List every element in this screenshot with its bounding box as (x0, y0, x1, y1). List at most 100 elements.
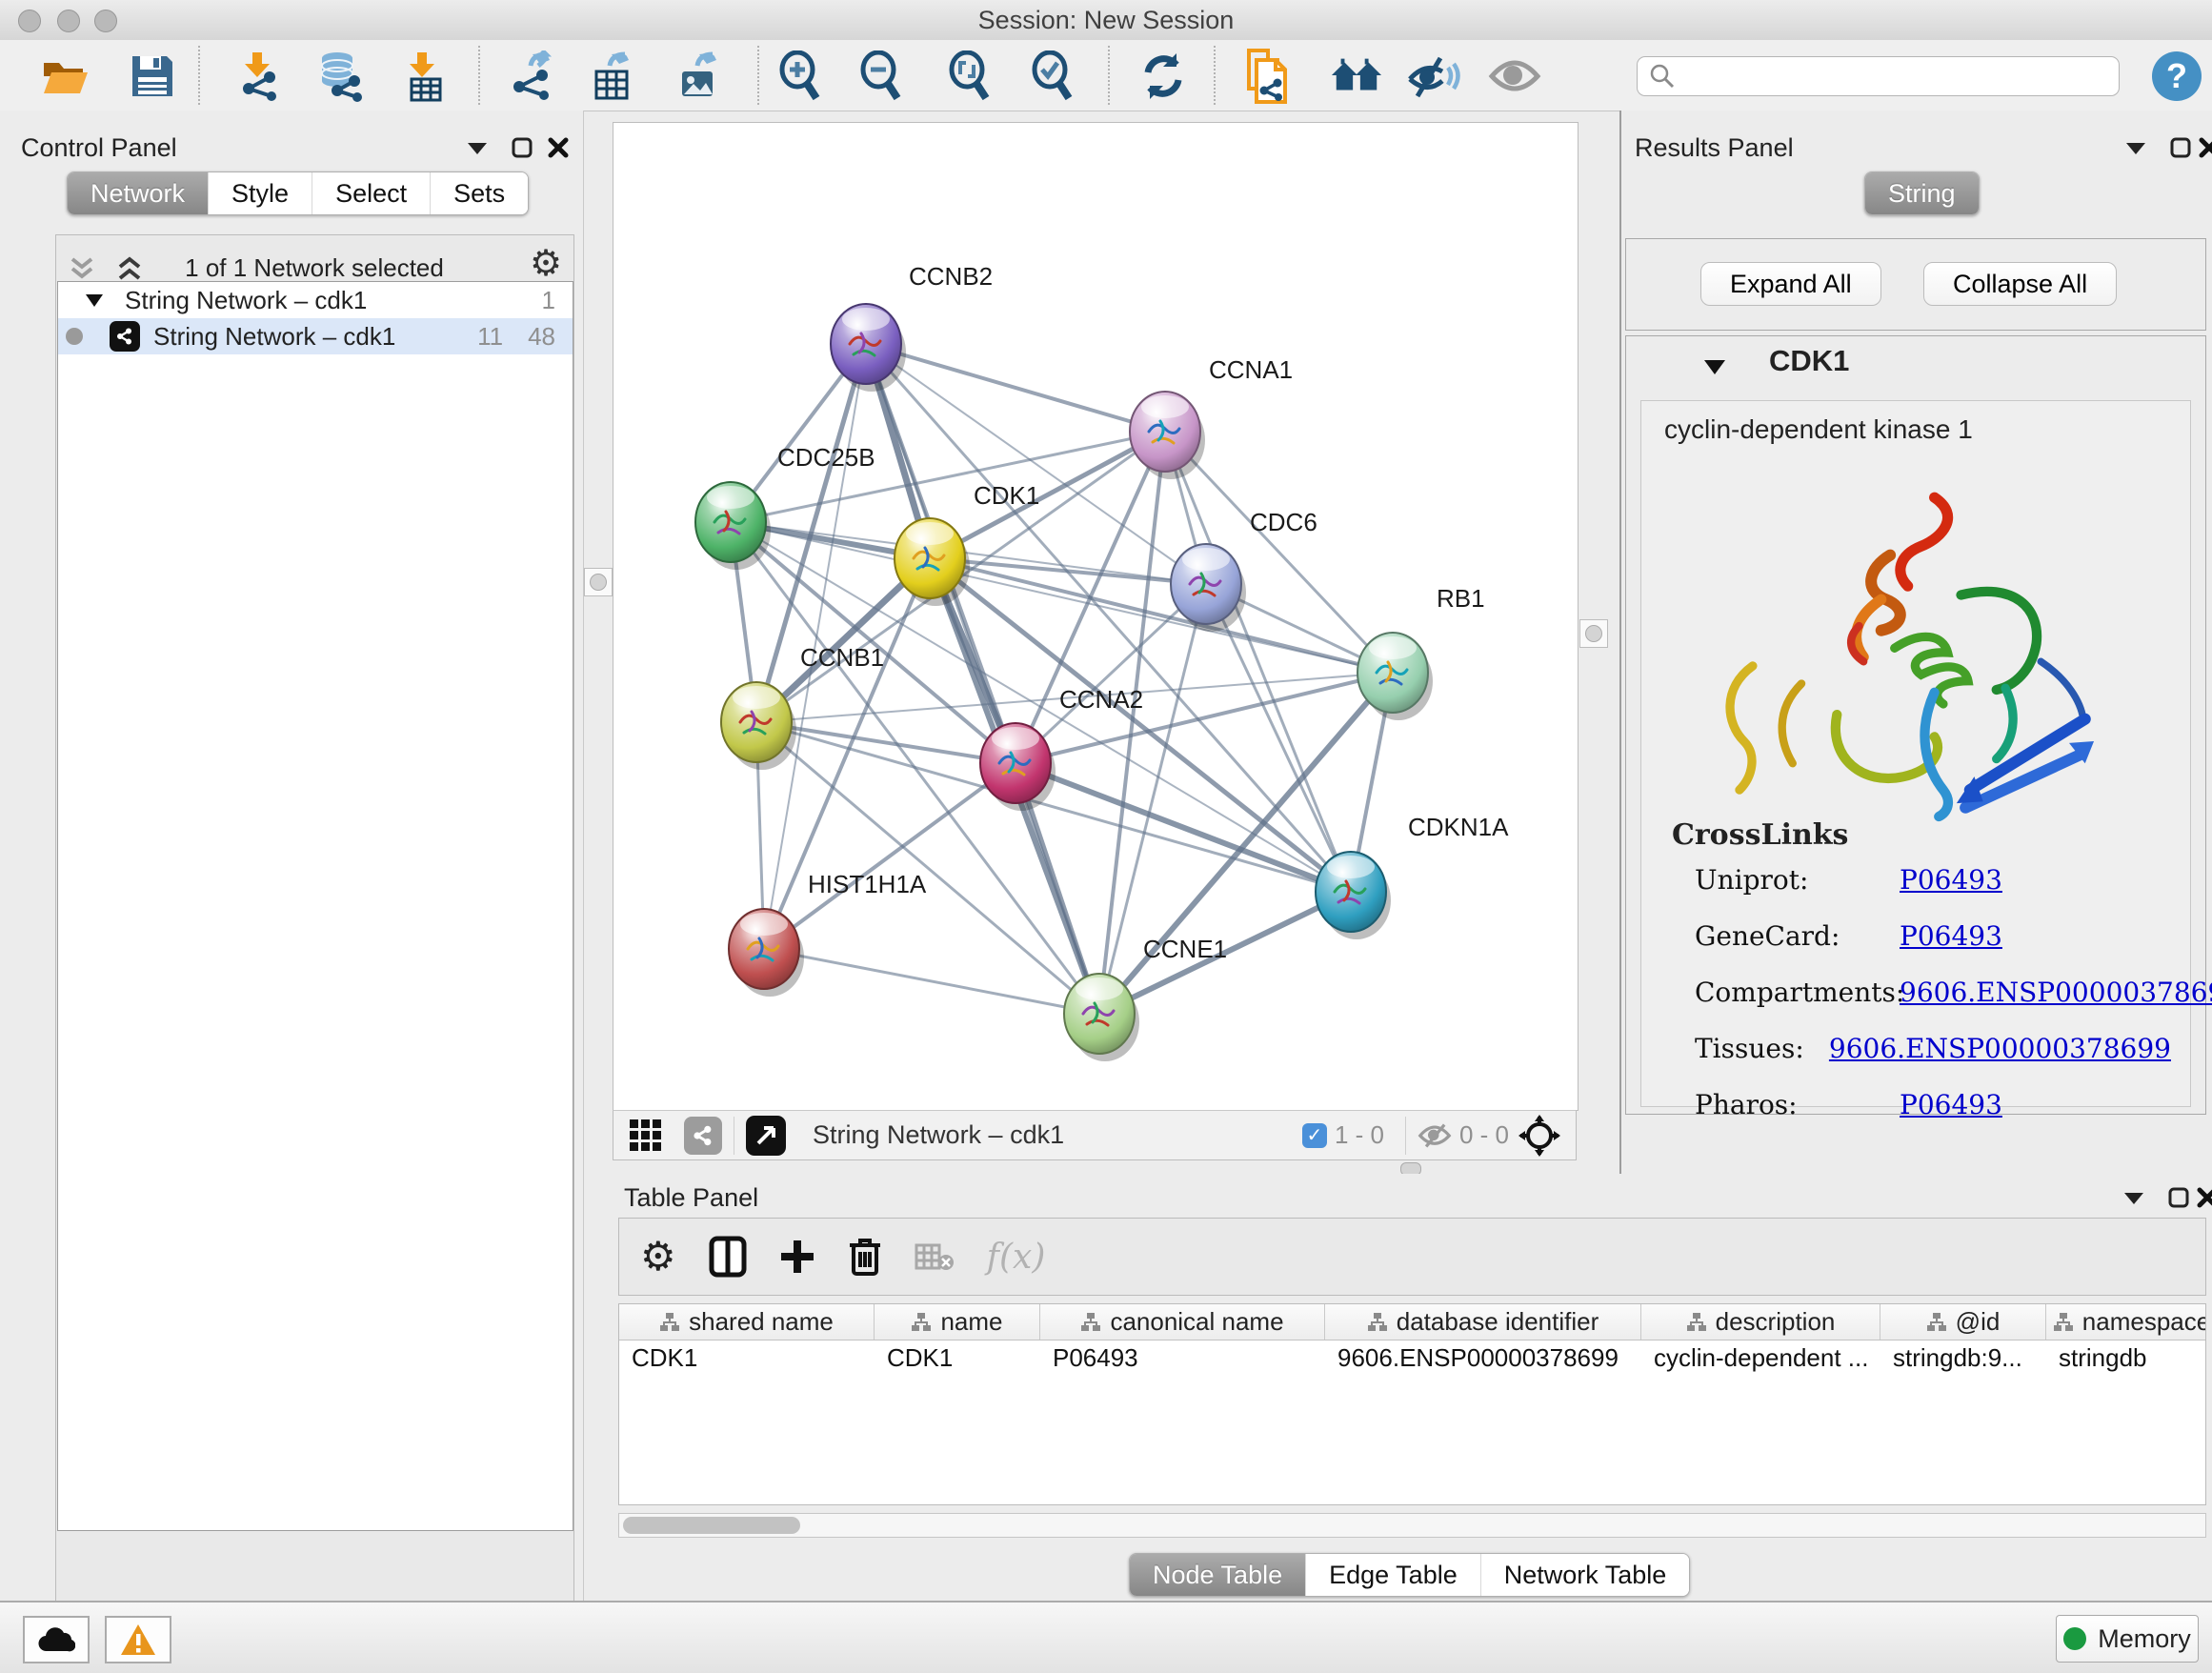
control-panel-collapse-icon[interactable] (466, 139, 489, 156)
reposition-crosshair-icon[interactable] (1518, 1115, 1560, 1157)
memory-button[interactable]: Memory (2056, 1615, 2199, 1663)
edge-CCNB2-CCNA1[interactable] (866, 344, 1165, 432)
table-panel-close-icon[interactable] (2197, 1187, 2212, 1208)
tab-node-table[interactable]: Node Table (1130, 1554, 1305, 1596)
export-network-button[interactable] (505, 50, 558, 103)
tab-network[interactable]: Network (68, 172, 208, 214)
delete-column-trash-icon[interactable] (848, 1236, 882, 1278)
save-floppy-icon (129, 52, 176, 100)
node-CDK1[interactable] (895, 518, 970, 606)
hide-selected-button[interactable] (1408, 50, 1461, 103)
network-row[interactable]: String Network – cdk1 11 48 (58, 318, 573, 354)
node-CDC6[interactable] (1171, 544, 1246, 632)
control-panel-close-icon[interactable] (548, 137, 569, 158)
delete-table-icon[interactable] (915, 1241, 955, 1272)
node-CDC25B[interactable] (695, 482, 771, 570)
save-session-button[interactable] (126, 50, 179, 103)
node-CDKN1A[interactable] (1316, 852, 1391, 939)
edge-CDC6-CCNA2[interactable] (1016, 584, 1206, 763)
new-network-from-selection-button[interactable] (1240, 50, 1294, 103)
tab-select[interactable]: Select (312, 172, 430, 214)
table-settings-gear-icon[interactable]: ⚙ (640, 1237, 676, 1277)
birds-eye-view-icon[interactable] (746, 1116, 786, 1156)
zoom-selected-button[interactable] (1026, 50, 1079, 103)
node-RB1[interactable] (1357, 633, 1433, 720)
zoom-in-button[interactable] (774, 50, 827, 103)
column-header-id[interactable]: @id (1880, 1304, 2046, 1340)
help-button[interactable]: ? (2152, 51, 2202, 101)
network-options-gear-icon[interactable]: ⚙ (530, 246, 562, 282)
table-panel-collapse-icon[interactable] (2122, 1189, 2145, 1206)
function-builder-icon[interactable]: f(x) (987, 1238, 1046, 1277)
open-session-button[interactable] (38, 50, 91, 103)
network-collection-row[interactable]: String Network – cdk1 1 (58, 282, 573, 318)
table-scrollbar-thumb[interactable] (623, 1517, 800, 1534)
houses-button[interactable] (1330, 50, 1383, 103)
column-header-description[interactable]: description (1641, 1304, 1880, 1340)
column-header-sharedname[interactable]: shared name (619, 1304, 875, 1340)
expand-all-networks-icon[interactable] (116, 255, 143, 284)
tab-style[interactable]: Style (208, 172, 312, 214)
right-splitter-handle[interactable] (1579, 619, 1608, 648)
node-CCNE1[interactable] (1064, 974, 1139, 1061)
crosslink-row: Compartments:9606.ENSP00000378699 (1695, 977, 2171, 1008)
selected-count-checkbox[interactable]: ✓ (1302, 1123, 1327, 1148)
edge-CDK1-CCNA1[interactable] (930, 432, 1165, 558)
left-splitter-handle[interactable] (584, 568, 613, 596)
column-header-databaseidentifier[interactable]: database identifier (1325, 1304, 1641, 1340)
table-horizontal-scrollbar[interactable] (618, 1513, 2206, 1538)
crosslink-value-link[interactable]: 9606.ENSP00000378699 (1829, 1033, 2171, 1064)
crosslink-value-link[interactable]: P06493 (1900, 1089, 2002, 1120)
node-CCNA1[interactable] (1130, 392, 1205, 479)
cloud-icon (37, 1626, 75, 1653)
collapse-all-button[interactable]: Collapse All (1923, 262, 2117, 306)
edge-CCNB1-CDKN1A[interactable] (756, 722, 1351, 892)
results-panel-collapse-icon[interactable] (2124, 139, 2147, 156)
results-panel-close-icon[interactable] (2199, 137, 2212, 158)
export-image-button[interactable] (672, 50, 725, 103)
zoom-fit-button[interactable] (943, 50, 996, 103)
warnings-button[interactable] (105, 1616, 171, 1663)
tab-string[interactable]: String (1865, 172, 1979, 214)
edge-CCNA1-CCNE1[interactable] (1099, 432, 1165, 1014)
grid-view-icon[interactable] (629, 1119, 663, 1153)
crosslink-label: GeneCard: (1695, 920, 1900, 952)
network-canvas[interactable]: CCNB2CCNA1CDC25BCDK1CDC6RB1CCNB1CCNA2CDK… (613, 122, 1579, 1111)
table-panel-float-icon[interactable] (2168, 1187, 2189, 1208)
network-graph[interactable]: CCNB2CCNA1CDC25BCDK1CDC6RB1CCNB1CCNA2CDK… (613, 123, 1578, 1110)
add-column-icon[interactable] (779, 1239, 815, 1275)
show-columns-icon[interactable] (709, 1236, 747, 1278)
column-header-canonicalname[interactable]: canonical name (1040, 1304, 1325, 1340)
apply-layout-button[interactable] (1136, 50, 1190, 103)
edge-CCNA1-CDKN1A[interactable] (1165, 432, 1351, 892)
protein-section-expander-icon[interactable] (1702, 357, 1727, 376)
tab-edge-table[interactable]: Edge Table (1305, 1554, 1480, 1596)
edge-CCNE1-HIST1H1A[interactable] (764, 949, 1099, 1014)
zoom-out-button[interactable] (855, 50, 908, 103)
collapse-all-networks-icon[interactable] (69, 255, 95, 284)
title-bar: Session: New Session (0, 0, 2212, 41)
open-folder-icon (40, 51, 90, 101)
column-header-namespace[interactable]: namespace (2046, 1304, 2206, 1340)
crosslink-value-link[interactable]: 9606.ENSP00000378699 (1900, 977, 2212, 1008)
crosslink-value-link[interactable]: P06493 (1900, 920, 2002, 952)
results-panel-float-icon[interactable] (2170, 137, 2191, 158)
export-table-button[interactable] (584, 50, 637, 103)
tree-expander-icon[interactable] (85, 292, 104, 308)
hidden-count-eye-icon[interactable] (1418, 1122, 1452, 1149)
control-panel-float-icon[interactable] (512, 137, 533, 158)
crosslink-value-link[interactable]: P06493 (1900, 864, 2002, 896)
tab-sets[interactable]: Sets (430, 172, 528, 214)
node-HIST1H1A[interactable] (729, 909, 804, 997)
search-input[interactable] (1676, 61, 2099, 92)
import-table-button[interactable] (395, 50, 449, 103)
import-network-database-button[interactable] (313, 50, 367, 103)
column-header-name[interactable]: name (875, 1304, 1040, 1340)
expand-all-button[interactable]: Expand All (1700, 262, 1881, 306)
table-row[interactable]: CDK1CDK1P064939606.ENSP00000378699cyclin… (619, 1340, 2205, 1376)
network-share-view-icon[interactable] (684, 1117, 722, 1155)
cloud-status-button[interactable] (23, 1616, 90, 1663)
tab-network-table[interactable]: Network Table (1480, 1554, 1690, 1596)
import-network-file-button[interactable] (231, 50, 284, 103)
show-all-button[interactable] (1488, 50, 1541, 103)
